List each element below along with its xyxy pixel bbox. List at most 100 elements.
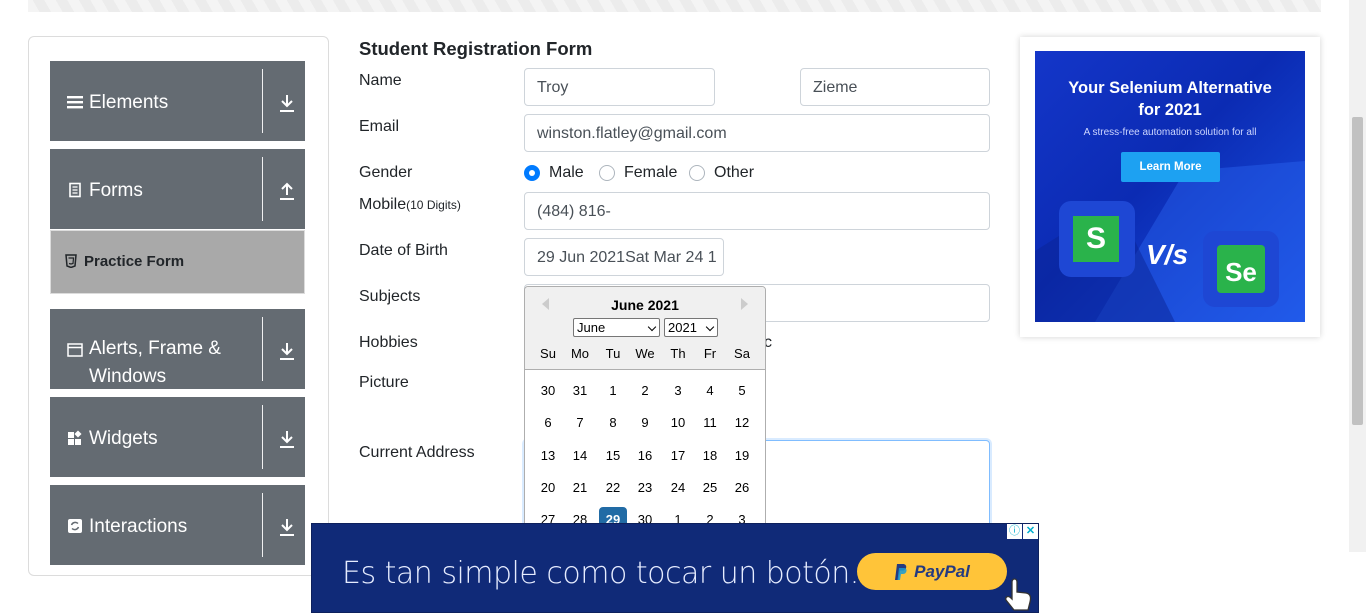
datepicker-day[interactable]: 21 [566, 475, 594, 501]
datepicker-day[interactable]: 2 [631, 378, 659, 404]
datepicker-day[interactable]: 15 [599, 443, 627, 469]
gender-label: Gender [359, 164, 413, 181]
window-icon [67, 343, 83, 357]
dob-input[interactable]: 29 Jun 2021Sat Mar 24 1 [524, 238, 724, 276]
next-month-icon[interactable] [741, 298, 748, 310]
download-arrow-icon [280, 431, 294, 448]
datepicker-day[interactable]: 12 [728, 410, 756, 436]
page-title: Student Registration Form [359, 38, 593, 59]
datepicker-day[interactable]: 10 [664, 410, 692, 436]
gender-radio-female[interactable]: Female [599, 164, 677, 182]
datepicker-current-month: June 2021 [611, 297, 679, 313]
datepicker-day[interactable]: 24 [664, 475, 692, 501]
sidebar-group-forms[interactable]: Forms [50, 149, 305, 229]
datepicker-day[interactable]: 25 [696, 475, 724, 501]
versus-text: V/s [1146, 239, 1189, 270]
upload-arrow-icon [280, 182, 294, 200]
radio-unchecked-icon [599, 165, 615, 181]
picture-label: Picture [359, 374, 409, 391]
download-arrow-icon [280, 343, 294, 360]
first-name-input[interactable]: Troy [524, 68, 715, 106]
scrollbar-thumb[interactable] [1352, 117, 1363, 425]
paypal-bottom-ad[interactable]: Es tan simple como tocar un botón. PayPa… [311, 523, 1039, 613]
learn-more-button[interactable]: Learn More [1121, 152, 1220, 182]
ad-close-icon[interactable]: ✕ [1023, 524, 1038, 539]
datepicker-day[interactable]: 1 [599, 378, 627, 404]
datepicker-day[interactable]: 6 [534, 410, 562, 436]
hobbies-label: Hobbies [359, 334, 418, 351]
radio-unchecked-icon [689, 165, 705, 181]
dob-label: Date of Birth [359, 242, 448, 259]
selenium-logo-icon: Se [1203, 231, 1279, 307]
sidebar-group-widgets[interactable]: Widgets [50, 397, 305, 477]
datepicker-day[interactable]: 4 [696, 378, 724, 404]
name-label: Name [359, 72, 402, 89]
datepicker-day[interactable]: 19 [728, 443, 756, 469]
divider [262, 493, 263, 557]
ad-info-icon[interactable]: ⓘ [1007, 524, 1022, 539]
datepicker-day[interactable]: 31 [566, 378, 594, 404]
widgets-icon [68, 430, 82, 445]
last-name-input[interactable]: Zieme [800, 68, 990, 106]
mobile-input[interactable]: (484) 816- [524, 192, 990, 230]
paypal-logo-icon [895, 563, 907, 580]
address-label: Current Address [359, 444, 475, 461]
html5-icon [65, 254, 77, 268]
hamburger-icon [67, 96, 83, 109]
datepicker-day[interactable]: 5 [728, 378, 756, 404]
divider [262, 69, 263, 133]
datepicker-day[interactable]: 13 [534, 443, 562, 469]
katalon-logo-icon: S [1059, 201, 1135, 277]
datepicker-day[interactable]: 8 [599, 410, 627, 436]
datepicker-day[interactable]: 18 [696, 443, 724, 469]
radio-label: Female [624, 164, 678, 181]
datepicker-day[interactable]: 14 [566, 443, 594, 469]
radio-label: Other [714, 164, 755, 181]
month-select[interactable]: June [573, 318, 660, 337]
weekday-label: We [635, 346, 655, 361]
datepicker-day[interactable]: 17 [664, 443, 692, 469]
datepicker-day[interactable]: 30 [534, 378, 562, 404]
sidebar-group-elements[interactable]: Elements [50, 61, 305, 141]
year-select[interactable]: 2021 [664, 318, 718, 337]
weekday-label: Fr [703, 346, 717, 361]
page-scrollbar[interactable] [1349, 0, 1366, 552]
selenium-alternative-ad[interactable]: Your Selenium Alternative for 2021 A str… [1035, 51, 1305, 322]
subjects-label: Subjects [359, 288, 421, 305]
divider [262, 157, 263, 221]
weekday-label: Su [540, 346, 556, 361]
paypal-button-label: PayPal [914, 561, 970, 581]
datepicker-day[interactable]: 9 [631, 410, 659, 436]
gender-radio-other[interactable]: Other [689, 164, 754, 182]
datepicker-day[interactable]: 22 [599, 475, 627, 501]
datepicker-day[interactable]: 26 [728, 475, 756, 501]
datepicker-day[interactable]: 16 [631, 443, 659, 469]
ad-headline-2: for 2021 [1138, 101, 1202, 119]
divider [262, 317, 263, 381]
ad-subtext: A stress-free automation solution for al… [1083, 127, 1257, 138]
datepicker-day[interactable]: 23 [631, 475, 659, 501]
datepicker-day[interactable]: 7 [566, 410, 594, 436]
sidebar-item-label: Practice Form [84, 253, 185, 270]
download-arrow-icon [280, 519, 294, 536]
datepicker-day[interactable]: 3 [664, 378, 692, 404]
mobile-label-text: Mobile [359, 196, 407, 213]
sidebar-item-practice-form[interactable]: Practice Form [50, 230, 305, 294]
sidebar-group-label: Elements [89, 92, 169, 113]
sidebar-group-alerts[interactable]: Alerts, Frame & Windows [50, 309, 305, 389]
ad-tagline: Es tan simple como tocar un botón. [342, 556, 859, 591]
document-icon [69, 182, 81, 198]
logo-left-letter: S [1073, 216, 1119, 262]
ad-headline-1: Your Selenium Alternative [1068, 79, 1272, 97]
sidebar-group-interactions[interactable]: Interactions [50, 485, 305, 565]
gender-radio-male[interactable]: Male [524, 164, 584, 182]
paypal-button[interactable]: PayPal [857, 553, 1007, 590]
sidebar-group-label: Forms [89, 180, 143, 201]
hand-cursor-icon [1005, 578, 1032, 611]
weekday-label: Mo [570, 346, 590, 361]
email-input[interactable]: winston.flatley@gmail.com [524, 114, 990, 152]
datepicker-day[interactable]: 11 [696, 410, 724, 436]
datepicker-day[interactable]: 20 [534, 475, 562, 501]
weekday-label: Tu [605, 346, 621, 361]
sidebar-ad[interactable]: Your Selenium Alternative for 2021 A str… [1020, 37, 1320, 337]
